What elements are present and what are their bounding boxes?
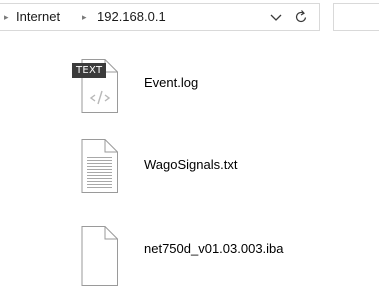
file-item-wagosignals-txt[interactable]: WagoSignals.txt (60, 139, 360, 197)
file-name[interactable]: net750d_v01.03.003.iba (144, 241, 284, 257)
refresh-icon[interactable] (292, 8, 310, 26)
breadcrumb-ip-address[interactable]: 192.168.0.1 (97, 9, 166, 25)
file-name[interactable]: WagoSignals.txt (144, 157, 237, 173)
search-input[interactable] (333, 3, 379, 31)
file-name[interactable]: Event.log (144, 75, 198, 91)
address-bar[interactable]: ▸ Internet ▸ 192.168.0.1 (0, 3, 320, 31)
text-type-badge: TEXT (72, 63, 107, 78)
breadcrumb-internet[interactable]: Internet (16, 9, 60, 25)
file-item-net750d-iba[interactable]: net750d_v01.03.003.iba (60, 226, 360, 286)
file-item-event-log[interactable]: TEXT Event.log (60, 59, 360, 117)
generic-file-icon (78, 226, 118, 286)
breadcrumb-separator-icon[interactable]: ▸ (82, 11, 87, 23)
text-file-icon (78, 139, 118, 193)
breadcrumb-separator-icon[interactable]: ▸ (4, 11, 9, 23)
chevron-down-icon[interactable] (268, 9, 284, 25)
